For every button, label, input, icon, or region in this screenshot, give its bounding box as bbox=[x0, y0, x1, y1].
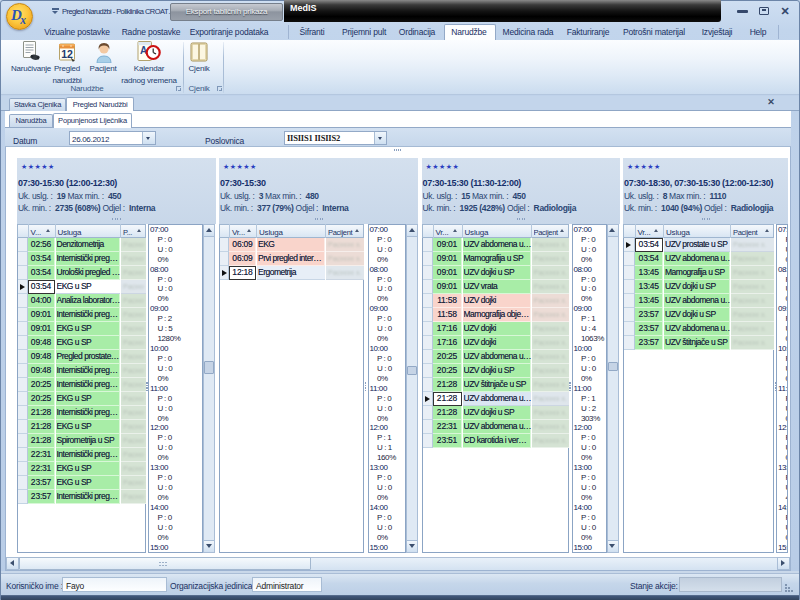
svg-text:12: 12 bbox=[61, 48, 73, 60]
